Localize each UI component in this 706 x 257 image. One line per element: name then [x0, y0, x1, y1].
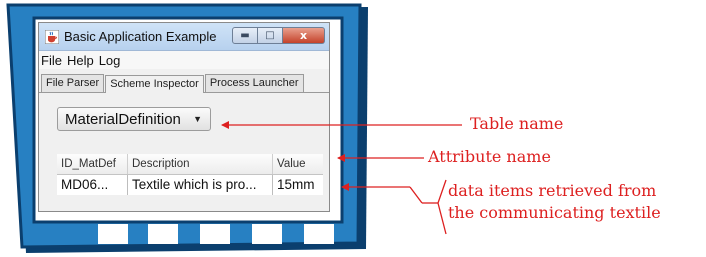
annotation-table-name: Table name — [470, 114, 564, 133]
data-items-arrow-tail — [409, 186, 423, 204]
annotation-data-items-line2: the communicating textile — [448, 203, 661, 222]
data-items-bracket — [437, 179, 447, 235]
annotation-data-items-line1: data items retrieved from — [448, 181, 657, 200]
annotation-attribute-name: Attribute name — [428, 147, 551, 166]
